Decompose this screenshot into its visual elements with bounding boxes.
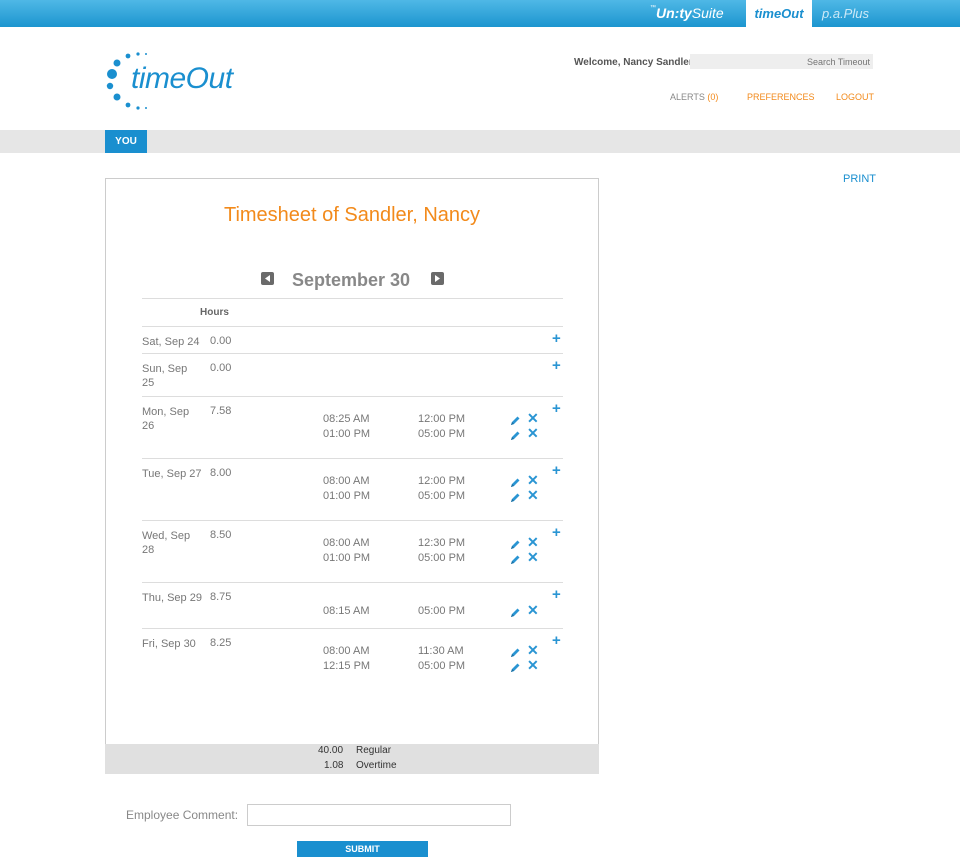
time-out: 05:00 PM [418, 490, 466, 502]
time-in: 01:00 PM [323, 428, 371, 440]
edit-pencil-icon[interactable] [509, 606, 521, 618]
previous-week-button[interactable] [261, 272, 274, 285]
employee-comment-input[interactable] [247, 804, 511, 826]
time-entry: 12:15 PM 05:00 PM ✕ [142, 658, 563, 675]
edit-pencil-icon[interactable] [509, 491, 521, 503]
time-entry: 08:15 AM 05:00 PM ✕ [142, 603, 563, 620]
time-entry: 01:00 PM 05:00 PM ✕ [142, 426, 563, 443]
edit-pencil-icon[interactable] [509, 476, 521, 488]
day-row: Sat, Sep 24 0.00 + [142, 326, 563, 353]
edit-pencil-icon[interactable] [509, 538, 521, 550]
edit-pencil-icon[interactable] [509, 414, 521, 426]
day-hours: 0.00 [210, 362, 232, 374]
day-label: Thu, Sep 29 [142, 592, 202, 604]
time-out: 05:00 PM [418, 660, 466, 672]
search-input[interactable] [690, 54, 873, 69]
time-out: 12:00 PM [418, 475, 466, 487]
delete-x-icon[interactable]: ✕ [527, 473, 539, 488]
time-out: 05:00 PM [418, 605, 466, 617]
unitysuite-logo-rest: Suite [691, 5, 724, 21]
preferences-link[interactable]: PREFERENCES [747, 92, 815, 102]
edit-pencil-icon[interactable] [509, 553, 521, 565]
hours-column-header: Hours [200, 307, 229, 318]
delete-x-icon[interactable]: ✕ [527, 658, 539, 673]
edit-pencil-icon[interactable] [509, 429, 521, 441]
app-tab-timeout[interactable]: timeOut [746, 0, 812, 27]
alerts-count: (0) [707, 92, 719, 102]
delete-x-icon[interactable]: ✕ [527, 426, 539, 441]
add-entry-icon[interactable]: + [552, 587, 561, 602]
delete-x-icon[interactable]: ✕ [527, 643, 539, 658]
time-in: 08:00 AM [323, 475, 370, 487]
time-in: 08:15 AM [323, 605, 370, 617]
regular-hours-label: Regular [356, 745, 392, 756]
table-divider [142, 298, 563, 299]
delete-x-icon[interactable]: ✕ [527, 550, 539, 565]
delete-x-icon[interactable]: ✕ [527, 535, 539, 550]
timesheet-panel: Timesheet of Sandler, Nancy September 30… [105, 178, 599, 745]
app-tab-paplus[interactable]: p.a.Plus [822, 0, 869, 27]
time-in: 08:00 AM [323, 537, 370, 549]
next-week-button[interactable] [431, 272, 444, 285]
timesheet-title: Timesheet of Sandler, Nancy [223, 204, 481, 226]
tab-strip: YOU [0, 130, 960, 153]
day-hours: 0.00 [210, 335, 232, 347]
regular-hours-value: 40.00 [318, 745, 344, 756]
time-entry: 01:00 PM 05:00 PM ✕ [142, 550, 563, 567]
day-row: Tue, Sep 27 8.00 +08:00 AM 12:00 PM ✕ 01:00 P… [142, 458, 563, 520]
employee-comment-label: Employee Comment: [126, 808, 239, 822]
print-link[interactable]: PRINT [843, 173, 876, 185]
day-row: Fri, Sep 30 8.25 +08:00 AM 11:30 AM ✕ 12:15 P… [142, 628, 563, 688]
edit-pencil-icon[interactable] [509, 661, 521, 673]
day-label: Sat, Sep 24 [142, 336, 200, 348]
time-entry: 08:00 AM 12:00 PM ✕ [142, 473, 563, 490]
alerts-link[interactable]: ALERTS (0) [670, 92, 718, 102]
arrow-right-icon [435, 275, 440, 282]
time-entry: 08:00 AM 11:30 AM ✕ [142, 643, 563, 660]
time-entry: 08:00 AM 12:30 PM ✕ [142, 535, 563, 552]
day-label: Sun, Sep 25 [142, 363, 188, 389]
time-out: 12:00 PM [418, 413, 466, 425]
time-entry: 01:00 PM 05:00 PM ✕ [142, 488, 563, 505]
day-hours: 8.75 [210, 591, 232, 603]
time-in: 01:00 PM [323, 490, 371, 502]
overtime-hours-label: Overtime [356, 760, 397, 771]
time-in: 01:00 PM [323, 552, 371, 564]
submit-button[interactable]: SUBMIT [297, 841, 428, 857]
arrow-left-icon [265, 275, 270, 282]
delete-x-icon[interactable]: ✕ [527, 603, 539, 618]
unitysuite-logo-bold: Un:ty [656, 5, 692, 21]
alerts-label: ALERTS [670, 92, 705, 102]
day-row: Sun, Sep 25 0.00 + [142, 353, 563, 396]
suite-bar: ™Un:tySuite timeOut p.a.Plus [0, 0, 960, 27]
week-label: September 30 [292, 270, 411, 290]
delete-x-icon[interactable]: ✕ [527, 488, 539, 503]
day-row: Mon, Sep 26 7.58 +08:25 AM 12:00 PM ✕ 01:00 P… [142, 396, 563, 458]
add-entry-icon[interactable]: + [552, 331, 561, 346]
welcome-text: Welcome, Nancy Sandler [574, 57, 693, 68]
day-row: Thu, Sep 29 8.75 +08:15 AM 05:00 PM ✕ [142, 582, 563, 628]
unitysuite-logo[interactable]: ™Un:tySuite [650, 5, 724, 21]
day-row: Wed, Sep 28 8.50 +08:00 AM 12:30 PM ✕ 01:00 P… [142, 520, 563, 582]
time-out: 05:00 PM [418, 428, 466, 440]
time-in: 08:25 AM [323, 413, 370, 425]
edit-pencil-icon[interactable] [509, 646, 521, 658]
time-in: 08:00 AM [323, 645, 370, 657]
totals-bar: 40.00 Regular 1.08 Overtime [105, 744, 599, 774]
time-out: 05:00 PM [418, 552, 466, 564]
time-out: 12:30 PM [418, 537, 466, 549]
timeout-logo-text[interactable]: timeOut [131, 62, 233, 96]
time-in: 12:15 PM [323, 660, 371, 672]
overtime-hours-value: 1.08 [324, 760, 344, 771]
add-entry-icon[interactable]: + [552, 358, 561, 373]
time-out: 11:30 AM [418, 645, 464, 657]
delete-x-icon[interactable]: ✕ [527, 411, 539, 426]
tab-you[interactable]: YOU [105, 130, 147, 153]
time-entry: 08:25 AM 12:00 PM ✕ [142, 411, 563, 428]
logout-link[interactable]: LOGOUT [836, 92, 874, 102]
